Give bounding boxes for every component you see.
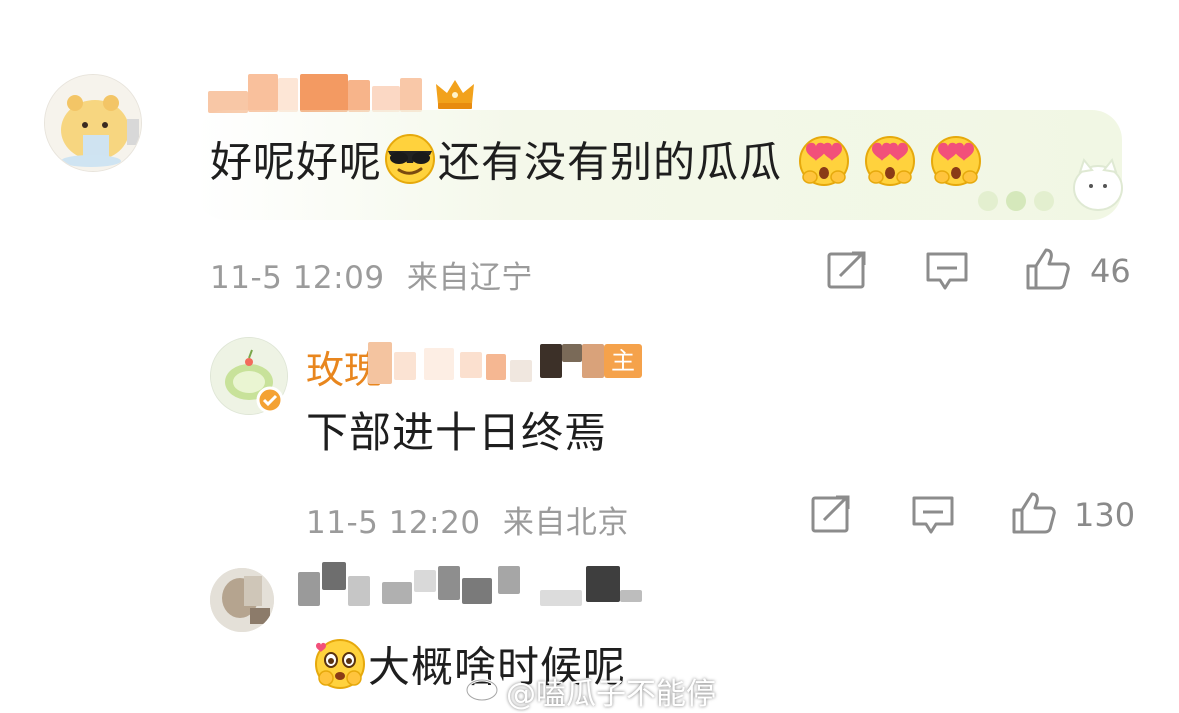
weibo-logo-icon [464, 670, 504, 706]
heart-eyes-emoji-icon [862, 131, 918, 199]
share-icon[interactable] [826, 250, 868, 290]
heart-eyes-emoji-icon [928, 131, 984, 199]
pleading-emoji-icon [312, 636, 368, 704]
thumbs-up-icon[interactable] [1024, 246, 1072, 292]
comment2-text: 下部进十日终焉 [306, 408, 608, 457]
comment1-avatar[interactable] [44, 74, 142, 172]
photo-avatar-image [210, 568, 274, 632]
comment1-text-part2: 还有没有别的瓜瓜 [438, 137, 783, 187]
comment2-time: 11-5 12:20 [306, 505, 481, 541]
dots-decoration [976, 188, 1076, 218]
comment1-text: 好呢好呢 还有没有别的瓜瓜 [210, 131, 984, 199]
comment1-like-count: 46 [1090, 252, 1131, 290]
crown-icon [434, 76, 476, 110]
sunglasses-emoji-icon [382, 133, 438, 197]
comment2-badge: 主 [604, 344, 642, 378]
comment3-avatar[interactable] [210, 568, 274, 632]
watermark-text: @嗑瓜子不能停 [506, 677, 716, 712]
comment1-time: 11-5 12:09 [210, 260, 385, 296]
hamster-avatar-image [45, 75, 141, 171]
comment2-like-count: 130 [1074, 496, 1136, 534]
thumbs-up-icon[interactable] [1010, 490, 1058, 536]
comment1-text-part1: 好呢好呢 [210, 137, 383, 187]
cat-sticker-decoration [1068, 148, 1128, 222]
comment1-location: 来自辽宁 [406, 260, 533, 296]
comment2-meta: 11-5 12:20 来自北京 [306, 497, 629, 542]
share-icon[interactable] [810, 494, 852, 534]
comment-icon[interactable] [924, 250, 970, 292]
verified-badge-icon [256, 386, 284, 418]
comment2-location: 来自北京 [502, 505, 629, 541]
heart-eyes-emoji-icon [796, 131, 852, 199]
comment1-meta: 11-5 12:09 来自辽宁 [210, 252, 533, 297]
comment-icon[interactable] [910, 494, 956, 536]
